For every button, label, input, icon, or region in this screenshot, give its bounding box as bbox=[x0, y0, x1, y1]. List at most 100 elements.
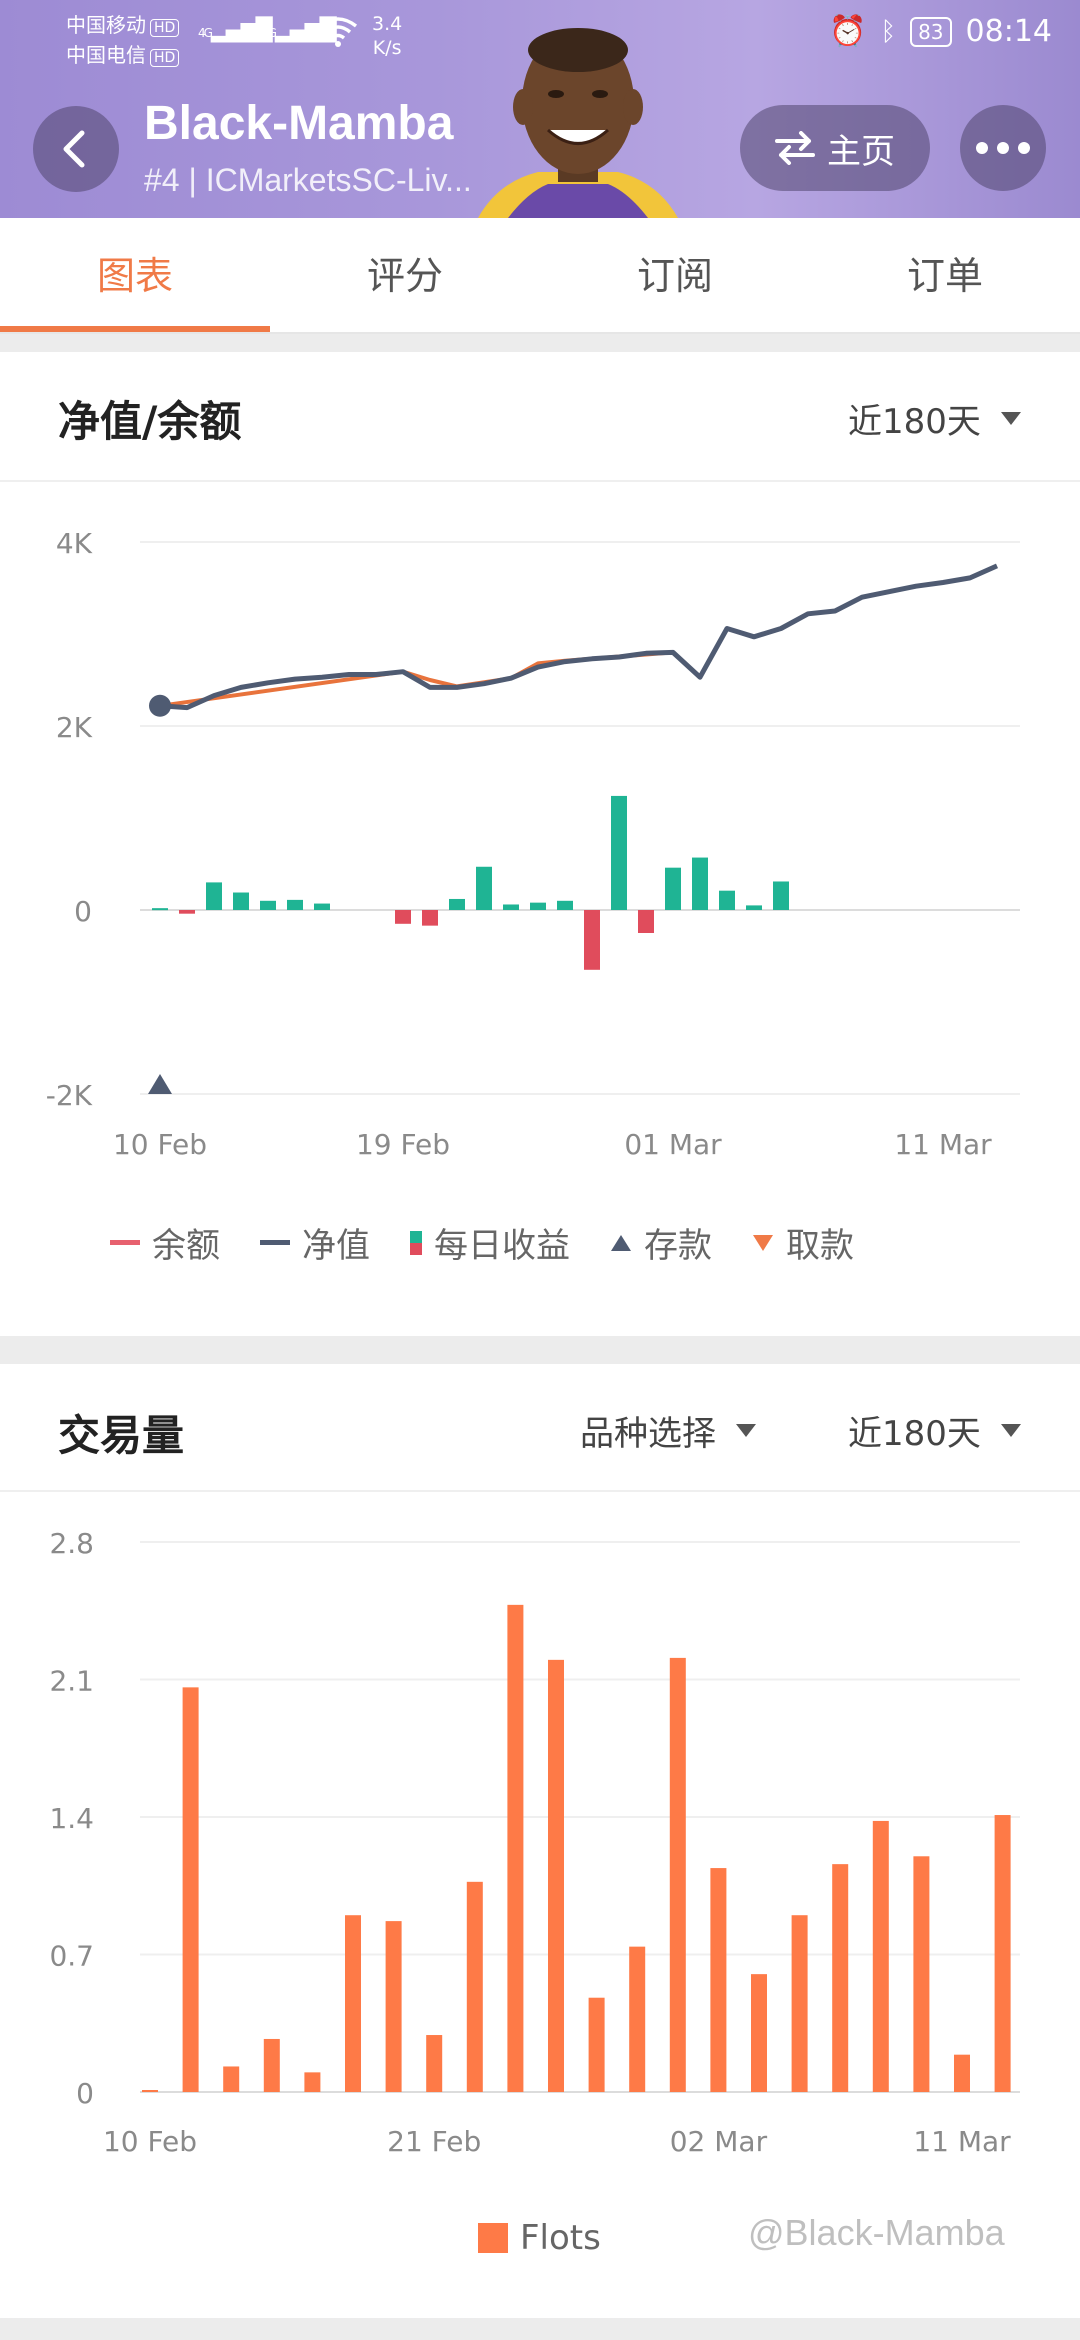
tab-chart[interactable]: 图表 bbox=[0, 218, 270, 332]
daily-bar bbox=[476, 866, 492, 910]
volume-bar bbox=[710, 1868, 727, 2092]
daily-bar bbox=[206, 882, 222, 910]
chevron-down-icon bbox=[1000, 412, 1021, 425]
legend-balance[interactable]: 余额 bbox=[110, 1218, 220, 1267]
range-dropdown[interactable]: 近180天 bbox=[848, 1406, 1021, 1455]
daily-bar bbox=[395, 910, 411, 924]
legend-flots-label: Flots bbox=[520, 2218, 601, 2258]
daily-bar bbox=[557, 900, 573, 910]
hd-badge: HD bbox=[150, 49, 180, 67]
carrier-info: 中国移动 HD 中国电信 HD bbox=[66, 10, 180, 70]
legend-daily-label: 每日收益 bbox=[434, 1226, 570, 1266]
hd-badge: HD bbox=[150, 19, 180, 37]
volume-legend: Flots bbox=[478, 2218, 641, 2258]
volume-bar bbox=[913, 1856, 930, 2092]
daily-bar bbox=[179, 910, 195, 914]
more-button[interactable] bbox=[960, 105, 1046, 191]
volume-chart: 2.8 2.1 1.4 0.7 0 10 Feb 21 Feb 02 Mar 11 Mar bbox=[49, 1527, 1020, 2158]
daily-bar bbox=[746, 905, 762, 910]
volume-bar bbox=[304, 2072, 321, 2092]
x-tick-label: 11 Mar bbox=[913, 2125, 1011, 2158]
equity-legend: 余额 净值 每日收益 存款 取款 bbox=[110, 1218, 894, 1267]
y-tick-label: 2.1 bbox=[49, 1665, 94, 1698]
x-tick-label: 19 Feb bbox=[356, 1128, 450, 1161]
legend-withdraw-label: 取款 bbox=[786, 1226, 854, 1266]
legend-balance-label: 余额 bbox=[152, 1226, 220, 1266]
daily-bar bbox=[233, 892, 249, 910]
clock: 08:14 bbox=[965, 14, 1052, 49]
legend-equity[interactable]: 净值 bbox=[260, 1218, 370, 1267]
volume-bar bbox=[548, 1659, 564, 2092]
active-tab-indicator bbox=[0, 326, 270, 332]
range-dropdown[interactable]: 近180天 bbox=[848, 394, 1021, 443]
tab-bar: 图表 评分 订阅 订单 bbox=[0, 218, 1080, 334]
page-title: Black-Mamba bbox=[144, 97, 454, 150]
volume-bar bbox=[669, 1657, 686, 2092]
equity-start-point bbox=[149, 694, 171, 717]
daily-bar bbox=[287, 899, 303, 910]
volume-bar bbox=[345, 1915, 361, 2092]
volume-bar bbox=[872, 1820, 889, 2092]
watermark: @Black-Mamba bbox=[748, 2212, 1005, 2253]
daily-bar bbox=[152, 908, 168, 911]
volume-bar bbox=[385, 1921, 402, 2092]
volume-bar bbox=[263, 2038, 280, 2092]
tab-subscribe[interactable]: 订阅 bbox=[540, 218, 810, 332]
legend-daily[interactable]: 每日收益 bbox=[410, 1218, 570, 1267]
y-tick-label: -2K bbox=[46, 1079, 93, 1112]
y-tick-label: 1.4 bbox=[49, 1802, 94, 1835]
card-title: 交易量 bbox=[58, 1411, 185, 1460]
x-tick-label: 10 Feb bbox=[113, 1128, 207, 1161]
legend-deposit[interactable]: 存款 bbox=[610, 1218, 712, 1267]
chevron-down-icon bbox=[736, 1424, 756, 1437]
tab-rating[interactable]: 评分 bbox=[270, 218, 540, 332]
daily-bar bbox=[530, 902, 546, 910]
x-tick-label: 11 Mar bbox=[894, 1128, 992, 1161]
y-tick-label: 0 bbox=[76, 2077, 94, 2110]
range-dropdown-label: 近180天 bbox=[848, 402, 981, 442]
volume-bar bbox=[507, 1604, 524, 2092]
x-tick-label: 02 Mar bbox=[670, 2125, 768, 2158]
legend-withdraw[interactable]: 取款 bbox=[752, 1218, 854, 1267]
bluetooth-icon: ᛒ bbox=[880, 16, 897, 47]
daily-bar bbox=[692, 857, 708, 910]
x-tick-label: 10 Feb bbox=[103, 2125, 197, 2158]
card-title: 净值/余额 bbox=[58, 397, 242, 446]
volume-bar bbox=[629, 1946, 646, 2092]
symbol-dropdown[interactable]: 品种选择 bbox=[580, 1406, 756, 1455]
x-tick-label: 01 Mar bbox=[624, 1128, 722, 1161]
volume-card: 交易量 品种选择 近180天 2.8 2.1 1.4 0.7 0 10 Feb 21 Feb… bbox=[0, 1364, 1080, 2318]
balance-swatch bbox=[110, 1240, 140, 1245]
x-tick-label: 21 Feb bbox=[387, 2125, 481, 2158]
symbol-dropdown-label: 品种选择 bbox=[580, 1414, 716, 1454]
range-dropdown-label: 近180天 bbox=[848, 1414, 981, 1454]
chevron-down-icon bbox=[1000, 1424, 1021, 1437]
carrier-2: 中国电信 bbox=[66, 43, 146, 67]
volume-bar bbox=[832, 1864, 849, 2092]
equity-swatch bbox=[260, 1240, 290, 1245]
alarm-icon: ⏰ bbox=[829, 14, 867, 49]
carrier-1: 中国移动 bbox=[66, 13, 146, 37]
daily-bar bbox=[719, 890, 735, 910]
withdraw-triangle-icon bbox=[753, 1234, 773, 1251]
swap-icon bbox=[775, 131, 815, 165]
volume-bar bbox=[588, 1997, 605, 2092]
home-button[interactable]: 主页 bbox=[740, 105, 930, 191]
back-button[interactable] bbox=[33, 106, 119, 192]
volume-bar bbox=[791, 1915, 808, 2092]
volume-bar bbox=[751, 1974, 767, 2092]
deposit-marker bbox=[148, 1074, 172, 1094]
y-tick-label: 0 bbox=[74, 895, 92, 928]
signal-icon: 4G▂▄▆█ bbox=[198, 18, 273, 43]
legend-flots[interactable]: Flots bbox=[478, 2218, 601, 2258]
wifi-icon bbox=[318, 16, 358, 54]
daily-bar bbox=[584, 910, 600, 970]
tab-orders[interactable]: 订单 bbox=[810, 218, 1080, 332]
avatar bbox=[478, 12, 678, 218]
daily-bar bbox=[665, 867, 681, 910]
daily-bar bbox=[503, 904, 519, 910]
volume-bar bbox=[954, 2054, 970, 2092]
y-tick-label: 4K bbox=[56, 527, 93, 560]
volume-bar bbox=[426, 2035, 443, 2092]
volume-bar bbox=[466, 1881, 483, 2092]
